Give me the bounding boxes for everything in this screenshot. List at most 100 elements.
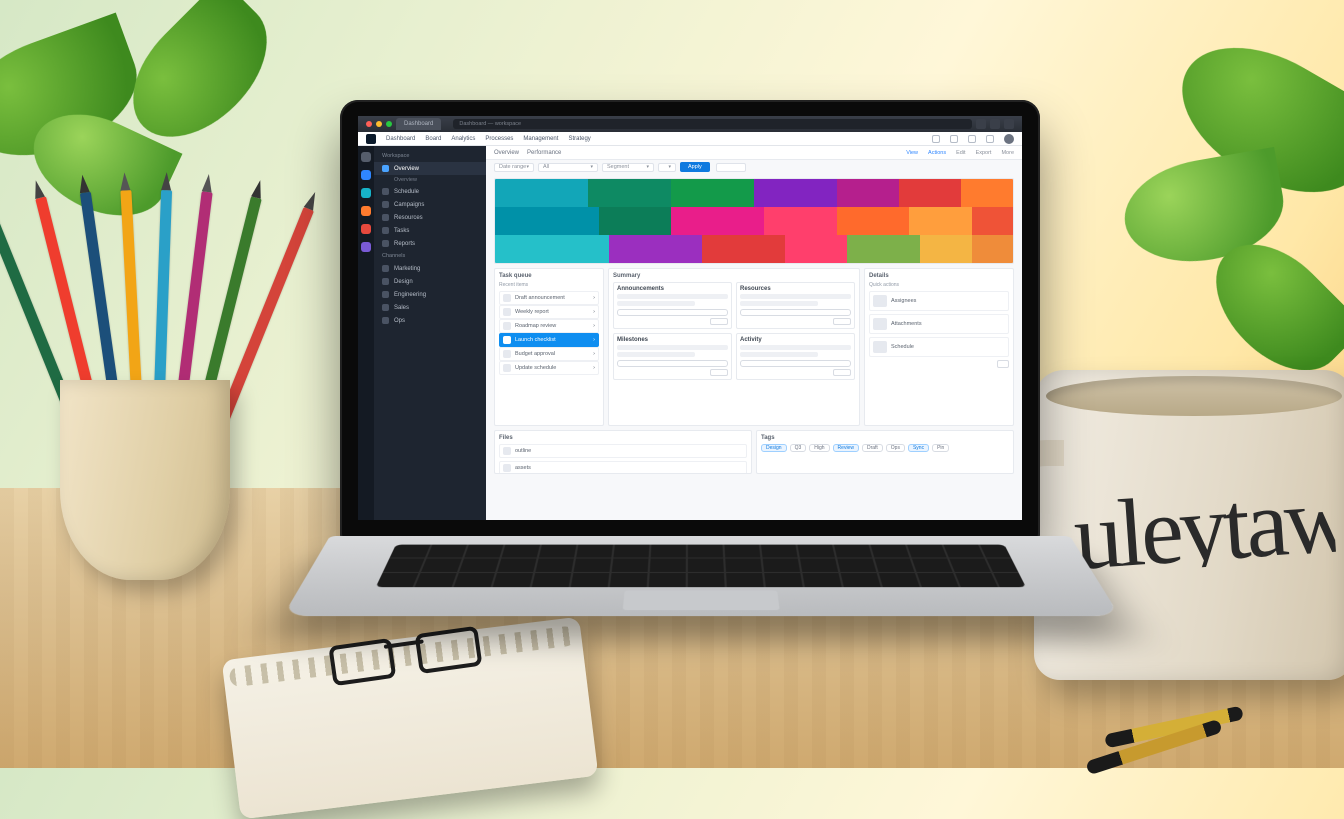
task-row[interactable]: Roadmap review› <box>499 319 599 333</box>
sidebar-item-schedule[interactable]: Schedule <box>374 185 486 198</box>
filter-more[interactable]: ▾ <box>658 163 676 172</box>
chart-segment[interactable] <box>899 179 961 207</box>
chart-segment[interactable] <box>972 207 1013 235</box>
quicklink[interactable]: More <box>1001 150 1014 156</box>
quicklink[interactable]: Edit <box>956 150 965 156</box>
task-row[interactable]: Draft announcement› <box>499 291 599 305</box>
card-open-button[interactable] <box>833 369 851 376</box>
sidebar-item-engineering[interactable]: Engineering <box>374 288 486 301</box>
rail-calendar-icon[interactable] <box>361 188 371 198</box>
chart-segment[interactable] <box>972 235 1013 263</box>
topnav-item[interactable]: Dashboard <box>386 136 415 142</box>
app-logo[interactable] <box>366 134 376 144</box>
summary-card[interactable]: Milestones <box>613 333 732 380</box>
sidebar-subitem[interactable]: Overview <box>374 175 486 185</box>
sidebar-item-reports[interactable]: Reports <box>374 237 486 250</box>
tag-chip[interactable]: Design <box>761 444 787 452</box>
bookmark-icon[interactable] <box>990 119 1000 129</box>
chart-segment[interactable] <box>909 207 971 235</box>
file-row[interactable]: outline <box>499 444 747 458</box>
filter-segment[interactable]: Segment▾ <box>602 163 654 172</box>
apply-button[interactable]: Apply <box>680 162 710 172</box>
tab-overview[interactable]: Overview <box>494 150 519 156</box>
tag-chip[interactable]: Ops <box>886 444 905 452</box>
chart-segment[interactable] <box>495 207 599 235</box>
minimize-window-icon[interactable] <box>376 121 382 127</box>
filter-granularity[interactable]: All▾ <box>538 163 598 172</box>
sidebar-item-resources[interactable]: Resources <box>374 211 486 224</box>
maximize-window-icon[interactable] <box>386 121 392 127</box>
card-open-button[interactable] <box>710 318 728 325</box>
sidebar-item-marketing[interactable]: Marketing <box>374 262 486 275</box>
sidebar-item-ops[interactable]: Ops <box>374 314 486 327</box>
rail-chat-icon[interactable] <box>361 224 371 234</box>
filter-date-range[interactable]: Date range▾ <box>494 163 534 172</box>
chart-segment[interactable] <box>495 179 588 207</box>
settings-icon[interactable] <box>986 135 994 143</box>
extensions-icon[interactable] <box>976 119 986 129</box>
detail-block[interactable]: Assignees <box>869 291 1009 311</box>
sidebar-item-tasks[interactable]: Tasks <box>374 224 486 237</box>
tag-chip[interactable]: Q3 <box>790 444 807 452</box>
rail-home-icon[interactable] <box>361 152 371 162</box>
filter-extra[interactable] <box>716 163 746 172</box>
chart-segment[interactable] <box>961 179 1013 207</box>
chart-segment[interactable] <box>754 179 837 207</box>
search-icon[interactable] <box>932 135 940 143</box>
summary-card[interactable]: Announcements <box>613 282 732 329</box>
topnav-item[interactable]: Strategy <box>568 136 590 142</box>
detail-block[interactable]: Attachments <box>869 314 1009 334</box>
help-icon[interactable] <box>968 135 976 143</box>
task-row[interactable]: Budget approval› <box>499 347 599 361</box>
summary-card[interactable]: Activity <box>736 333 855 380</box>
chart-segment[interactable] <box>837 179 899 207</box>
card-open-button[interactable] <box>833 318 851 325</box>
task-row[interactable]: Weekly report› <box>499 305 599 319</box>
file-row[interactable]: assets <box>499 461 747 474</box>
topnav-item[interactable]: Processes <box>485 136 513 142</box>
sidebar-item-overview[interactable]: Overview <box>374 162 486 175</box>
tag-chip[interactable]: Sync <box>908 444 929 452</box>
task-row[interactable]: Update schedule› <box>499 361 599 375</box>
browser-menu-icon[interactable] <box>1004 119 1014 129</box>
topnav-item[interactable]: Board <box>425 136 441 142</box>
summary-card[interactable]: Resources <box>736 282 855 329</box>
card-open-button[interactable] <box>710 369 728 376</box>
tag-chip[interactable]: Pin <box>932 444 949 452</box>
address-bar[interactable]: Dashboard — workspace <box>453 119 972 129</box>
panel-expand-icon[interactable] <box>997 360 1009 368</box>
task-row[interactable]: Launch checklist› <box>499 333 599 347</box>
chart-segment[interactable] <box>702 235 785 263</box>
quicklink[interactable]: View <box>906 150 918 156</box>
tag-chip[interactable]: High <box>809 444 829 452</box>
chart-segment[interactable] <box>609 235 702 263</box>
chart-segment[interactable] <box>920 235 972 263</box>
quicklink[interactable]: Actions <box>928 150 946 156</box>
quicklink[interactable]: Export <box>976 150 992 156</box>
chart-segment[interactable] <box>785 235 847 263</box>
rail-mail-icon[interactable] <box>361 206 371 216</box>
rail-analytics-icon[interactable] <box>361 170 371 180</box>
chart-segment[interactable] <box>599 207 672 235</box>
chart-segment[interactable] <box>764 207 837 235</box>
topnav-item[interactable]: Management <box>523 136 558 142</box>
rail-settings-icon[interactable] <box>361 242 371 252</box>
topnav-item[interactable]: Analytics <box>451 136 475 142</box>
browser-tab[interactable]: Dashboard <box>396 118 441 130</box>
sidebar-item-campaigns[interactable]: Campaigns <box>374 198 486 211</box>
tag-chip[interactable]: Draft <box>862 444 883 452</box>
chart-segment[interactable] <box>847 235 920 263</box>
tag-chip[interactable]: Review <box>833 444 859 452</box>
chart-segment[interactable] <box>495 235 609 263</box>
chart-segment[interactable] <box>671 207 764 235</box>
sidebar-item-design[interactable]: Design <box>374 275 486 288</box>
chart-segment[interactable] <box>837 207 910 235</box>
chart-segment[interactable] <box>671 179 754 207</box>
chart-segment[interactable] <box>588 179 671 207</box>
close-window-icon[interactable] <box>366 121 372 127</box>
tab-performance[interactable]: Performance <box>527 150 561 156</box>
sidebar-item-sales[interactable]: Sales <box>374 301 486 314</box>
detail-block[interactable]: Schedule <box>869 337 1009 357</box>
notifications-icon[interactable] <box>950 135 958 143</box>
user-avatar[interactable] <box>1004 134 1014 144</box>
